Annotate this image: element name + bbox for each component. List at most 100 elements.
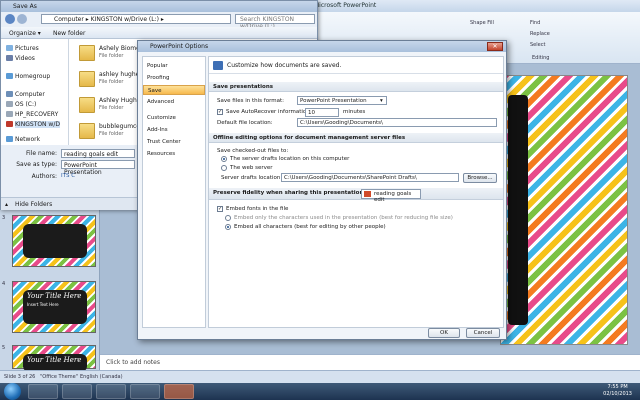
server-drafts-label: Server drafts location: [221,175,283,181]
cancel-button[interactable]: Cancel [466,328,500,338]
radio-drafts-local[interactable] [221,156,227,162]
ok-button[interactable]: OK [428,328,460,338]
slide-thumbnail[interactable]: Your Title Here Insert Text Here [12,281,96,333]
thumb-number: 4 [2,281,6,287]
save-type-select[interactable]: PowerPoint Presentation [61,160,135,176]
save-disk-icon [213,61,223,70]
start-button[interactable] [4,383,21,400]
thumb-title: Your Title Here [27,356,82,364]
ie-icon[interactable] [28,384,58,399]
hide-folders-button[interactable]: Hide Folders [15,201,52,208]
save-format-select[interactable]: PowerPoint Presentation ▾ [297,96,387,105]
save-as-title-bar: Save As [1,1,317,12]
nav-proofing[interactable]: Proofing [143,73,205,83]
notes-pane[interactable]: Click to add notes [100,354,640,370]
embed-fonts-checkbox[interactable]: ✓ [217,206,223,212]
thumb-card [23,224,87,258]
server-drafts-input[interactable]: C:\Users\Gooding\Documents\SharePoint Dr… [281,173,459,182]
section-save-presentations: Save presentations [209,82,503,92]
slide-thumbnails-pane: 3 4 Your Title Here Insert Text Here 5 Yo… [0,185,100,372]
save-format-label: Save files in this format: [217,98,284,104]
thumb-number: 5 [2,345,6,351]
drive-icon [6,111,13,117]
nav-trust-center[interactable]: Trust Center [143,137,205,147]
nav-homegroup[interactable]: Homegroup [15,73,50,80]
nav-network[interactable]: Network [15,136,40,143]
default-location-input[interactable]: C:\Users\Gooding\Documents\ [297,118,497,127]
slide-frame-shape [508,95,528,325]
search-input[interactable]: Search KINGSTON w/Drive (L:) [235,14,315,30]
folder-icon [79,45,95,61]
thumb-subtitle: Insert Text Here [27,302,59,307]
slide-thumbnail[interactable] [12,215,96,267]
section-offline-editing: Offline editing options for document man… [209,133,503,143]
radio-web-server-label: The web server [230,165,273,171]
media-player-icon[interactable] [96,384,126,399]
embed-fonts-label: Embed fonts in the file [226,206,289,212]
browse-button[interactable]: Browse... [463,173,497,183]
videos-icon [6,55,13,61]
embed-only-used-label: Embed only the characters used in the pr… [234,215,453,221]
chevron-up-icon: ▴ [5,201,9,208]
forward-arrow-icon[interactable] [17,14,27,24]
nav-save[interactable]: Save [143,85,205,95]
powerpoint-taskbar-icon[interactable] [164,384,194,399]
back-arrow-icon[interactable] [5,14,15,24]
address-bar[interactable]: Computer ▸ KINGSTON w/Drive (L:) ▸ [41,14,231,24]
nav-computer[interactable]: Computer [15,91,45,98]
find-button[interactable]: Find [530,20,540,26]
nav-advanced[interactable]: Advanced [143,97,205,107]
nav-resources[interactable]: Resources [143,149,205,159]
notes-placeholder: Click to add notes [106,359,160,366]
explorer-icon[interactable] [62,384,92,399]
nav-add-ins[interactable]: Add-Ins [143,125,205,135]
shape-fill-button[interactable]: Shape Fill [470,20,494,26]
homegroup-icon [6,73,13,79]
default-location-label: Default file location: [217,120,273,126]
organize-button[interactable]: Organize ▾ [9,30,41,37]
nav-pictures[interactable]: Pictures [15,45,39,52]
file-type: File folder [99,79,124,85]
nav-os-c[interactable]: OS (C:) [15,101,36,108]
default-location-value: C:\Users\Gooding\Documents\ [300,120,383,126]
radio-embed-only-used[interactable] [225,215,231,221]
usb-drive-icon [6,121,13,127]
select-button[interactable]: Select [530,42,545,48]
options-header-text: Customize how documents are saved. [227,62,342,69]
authors-value[interactable]: ITS C [61,173,75,179]
options-title-bar: PowerPoint Options ✕ [138,41,506,52]
autorecover-minutes-input[interactable]: 10 [305,108,339,117]
nav-hp-recovery[interactable]: HP_RECOVERY [15,111,58,118]
status-language[interactable]: English (Canada) [80,374,123,380]
clock-time: 7:55 PM [607,384,628,390]
radio-embed-all[interactable] [225,224,231,230]
radio-web-server[interactable] [221,165,227,171]
folder-icon [79,71,95,87]
embed-all-label: Embed all characters (best for editing b… [234,224,386,230]
options-content: Customize how documents are saved. Save … [208,56,504,328]
radio-drafts-local-label: The server drafts location on this compu… [230,156,350,162]
slide-thumbnail[interactable]: Your Title Here [12,345,96,372]
nav-popular[interactable]: Popular [143,61,205,71]
nav-videos[interactable]: Videos [15,55,35,62]
new-folder-button[interactable]: New folder [53,30,85,37]
section-preserve-fidelity: Preserve fidelity when sharing this pres… [209,188,503,200]
fidelity-document-select[interactable]: reading goals edit [361,189,421,203]
hp-icon[interactable] [130,384,160,399]
save-format-value: PowerPoint Presentation [300,98,367,104]
file-name: ashley hughes [99,71,143,78]
preserve-fidelity-label: Preserve fidelity when sharing this pres… [213,190,366,196]
save-type-label: Save as type: [16,161,57,168]
clock[interactable]: 7:55 PM 02/10/2013 [603,384,632,398]
autorecover-minutes-value: 10 [308,110,315,116]
nav-kingston[interactable]: KINGSTON w/D [15,121,60,128]
file-name-label: File name: [26,150,57,157]
thumb-title: Your Title Here [27,292,82,300]
minutes-label: minutes [343,109,366,115]
file-name-field[interactable]: reading goals edit [61,149,135,158]
close-button[interactable]: ✕ [487,42,503,51]
file-name-value: reading goals edit [64,151,119,158]
autorecover-checkbox[interactable]: ✓ [217,109,223,115]
replace-button[interactable]: Replace [530,31,550,37]
nav-customize[interactable]: Customize [143,113,205,123]
